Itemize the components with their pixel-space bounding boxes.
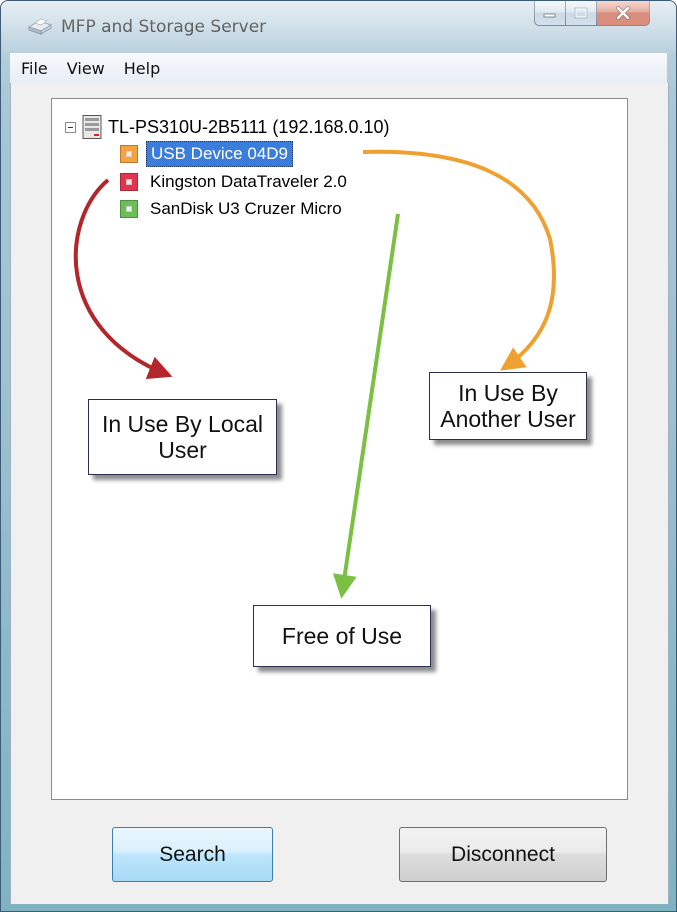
minimize-icon bbox=[543, 13, 556, 18]
callout-free-of-use: Free of Use bbox=[253, 605, 431, 667]
tree-item-sandisk[interactable]: SanDisk U3 Cruzer Micro bbox=[120, 197, 346, 221]
window-title: MFP and Storage Server bbox=[61, 17, 267, 37]
callout-line: In Use By Local bbox=[101, 411, 264, 437]
disconnect-button[interactable]: Disconnect bbox=[399, 827, 607, 882]
callout-line: User bbox=[158, 437, 207, 463]
search-button[interactable]: Search bbox=[112, 827, 273, 882]
callout-line: Another User bbox=[440, 406, 576, 432]
close-icon bbox=[616, 6, 630, 20]
server-icon bbox=[82, 115, 102, 139]
callout-line: In Use By bbox=[458, 380, 558, 406]
printer-icon bbox=[27, 18, 53, 35]
callout-local-user: In Use By Local User bbox=[88, 399, 277, 475]
app-window: MFP and Storage Server File View Help TL… bbox=[0, 0, 677, 912]
maximize-icon bbox=[574, 7, 588, 19]
close-button[interactable] bbox=[597, 1, 650, 26]
menu-bar: File View Help bbox=[10, 53, 667, 84]
menu-file[interactable]: File bbox=[13, 59, 56, 78]
tree-item-label: Kingston DataTraveler 2.0 bbox=[150, 172, 347, 191]
usb-device-icon bbox=[120, 200, 138, 218]
client-area: TL-PS310U-2B5111 (192.168.0.10) USB Devi… bbox=[10, 83, 669, 904]
server-label: TL-PS310U-2B5111 (192.168.0.10) bbox=[108, 116, 390, 137]
tree-root-row[interactable]: TL-PS310U-2B5111 (192.168.0.10) bbox=[65, 115, 390, 139]
arrow-another-user bbox=[362, 149, 556, 371]
usb-device-icon bbox=[120, 173, 138, 191]
device-tree[interactable]: TL-PS310U-2B5111 (192.168.0.10) USB Devi… bbox=[51, 98, 628, 800]
arrow-free-of-use bbox=[332, 213, 400, 599]
collapse-toggle[interactable] bbox=[65, 121, 76, 133]
tree-item-label: SanDisk U3 Cruzer Micro bbox=[150, 199, 342, 218]
callout-line: Free of Use bbox=[281, 623, 403, 649]
minimize-button[interactable] bbox=[534, 1, 566, 26]
maximize-button[interactable] bbox=[566, 1, 597, 26]
caption-buttons bbox=[534, 1, 650, 27]
callout-another-user: In Use By Another User bbox=[429, 372, 587, 440]
menu-help[interactable]: Help bbox=[116, 59, 168, 78]
usb-device-icon bbox=[120, 145, 138, 163]
tree-item-kingston[interactable]: Kingston DataTraveler 2.0 bbox=[120, 170, 351, 194]
tree-item-label: USB Device 04D9 bbox=[146, 141, 294, 167]
title-bar[interactable]: MFP and Storage Server bbox=[1, 1, 676, 51]
menu-view[interactable]: View bbox=[59, 59, 113, 78]
tree-item-usb-device[interactable]: USB Device 04D9 bbox=[120, 141, 294, 167]
